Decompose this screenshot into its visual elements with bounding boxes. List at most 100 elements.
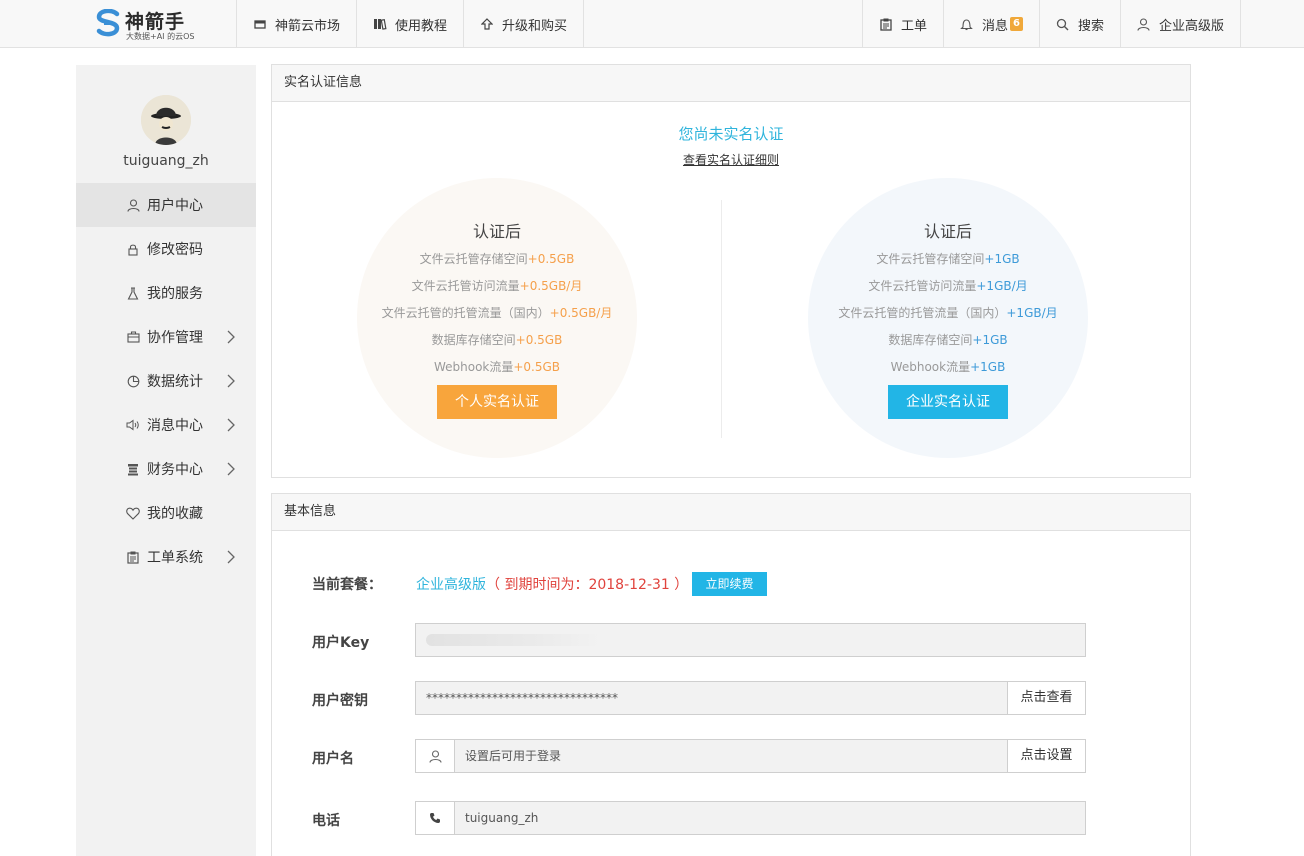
logo-tagline: 大数据+AI 的云OS [126, 32, 195, 41]
benefit-line: 数据库存储空间+1GB [888, 333, 1008, 347]
nav-ticket-label: 工单 [900, 18, 927, 34]
enterprise-cert-button[interactable]: 企业实名认证 [888, 385, 1008, 419]
chevron-right-icon [227, 330, 235, 344]
benefit-line: 文件云托管访问流量+1GB/月 [868, 279, 1028, 293]
sidebar: tuiguang_zh 用户中心 修改密码 我的服务 协作管理 数据统计 消息中… [76, 65, 256, 856]
sidebar-item-message-center[interactable]: 消息中心 [76, 403, 256, 447]
sidebar-item-ticket-system[interactable]: 工单系统 [76, 535, 256, 579]
nav-account[interactable]: 企业高级版 [1119, 0, 1241, 48]
logo-s-icon [96, 9, 120, 37]
renew-button[interactable]: 立即续费 [692, 572, 767, 596]
username-input[interactable]: 设置后可用于登录 [455, 740, 1007, 772]
user-key-label: 用户Key [312, 635, 370, 651]
sidebar-item-collaboration[interactable]: 协作管理 [76, 315, 256, 359]
sidebar-item-statistics[interactable]: 数据统计 [76, 359, 256, 403]
nav-ticket[interactable]: 工单 [861, 0, 943, 48]
search-icon [1056, 17, 1070, 31]
cert-details-link[interactable]: 查看实名认证细则 [683, 153, 779, 167]
user-secret-field: ******************************** 点击查看 [415, 681, 1086, 715]
chevron-right-icon [227, 374, 235, 388]
sidebar-item-label: 修改密码 [147, 242, 203, 258]
briefcase-icon [126, 330, 140, 344]
sidebar-item-label: 消息中心 [147, 418, 203, 434]
nav-upgrade[interactable]: 升级和购买 [463, 0, 585, 48]
user-icon [416, 740, 455, 772]
panel-header: 实名认证信息 [272, 65, 1190, 102]
card-title: 认证后 [472, 222, 521, 241]
bell-icon [960, 17, 974, 31]
clipboard-icon [879, 17, 893, 31]
certification-panel: 实名认证信息 您尚未实名认证 查看实名认证细则 认证后 文件云托管存储空间+0.… [271, 64, 1191, 478]
nav-right: 工单 消息 6 搜索 企业高级版 [861, 0, 1241, 48]
personal-cert-card: 认证后 文件云托管存储空间+0.5GB 文件云托管访问流量+0.5GB/月 文件… [357, 178, 637, 458]
avatar[interactable] [141, 95, 191, 145]
redacted-key [426, 634, 601, 646]
sidebar-menu: 用户中心 修改密码 我的服务 协作管理 数据统计 消息中心 财务中心 我的收藏 … [76, 183, 256, 579]
benefit-line: 文件云托管存储空间+1GB [876, 252, 1020, 266]
sidebar-username: tuiguang_zh [123, 153, 209, 169]
nav-left: 神箭云市场 使用教程 升级和购买 [236, 0, 585, 48]
sidebar-item-my-services[interactable]: 我的服务 [76, 271, 256, 315]
logo-name: 神箭手 [125, 11, 186, 33]
chevron-right-icon [227, 418, 235, 432]
benefit-line: 文件云托管的托管流量（国内）+1GB/月 [838, 306, 1058, 320]
sidebar-item-label: 我的服务 [147, 286, 203, 302]
speaker-icon [126, 418, 140, 432]
username-label: 用户名 [312, 751, 354, 767]
sidebar-item-user-center[interactable]: 用户中心 [76, 183, 256, 227]
avatar-bowler-hat-icon [141, 95, 191, 145]
user-icon [126, 198, 140, 212]
nav-tutorial-label: 使用教程 [395, 18, 448, 34]
benefit-line: Webhook流量+0.5GB [433, 360, 561, 374]
message-count-badge: 6 [1010, 17, 1023, 31]
plan-name: 企业高级版 [416, 577, 486, 593]
user-secret-value: ******************************** [426, 691, 618, 705]
nav-messages-label: 消息 [981, 18, 1008, 34]
benefit-line: 文件云托管访问流量+0.5GB/月 [411, 279, 583, 293]
sidebar-item-label: 协作管理 [147, 330, 203, 346]
panel-header: 基本信息 [272, 494, 1190, 531]
sidebar-item-label: 用户中心 [147, 198, 203, 214]
benefit-line: 数据库存储空间+0.5GB [431, 333, 563, 347]
sidebar-item-label: 我的收藏 [147, 506, 203, 522]
pie-chart-icon [126, 374, 140, 388]
cert-status: 您尚未实名认证 [678, 125, 784, 143]
view-secret-button[interactable]: 点击查看 [1007, 682, 1085, 714]
benefit-line: Webhook流量+1GB [890, 360, 1006, 374]
sidebar-item-label: 财务中心 [147, 462, 203, 478]
sidebar-item-change-password[interactable]: 修改密码 [76, 227, 256, 271]
chevron-right-icon [227, 550, 235, 564]
nav-search[interactable]: 搜索 [1038, 0, 1120, 48]
card-title: 认证后 [923, 222, 972, 241]
logo[interactable]: 神箭手 大数据+AI 的云OS [95, 6, 205, 42]
user-secret-label: 用户密钥 [312, 693, 368, 709]
user-key-field[interactable] [415, 623, 1086, 657]
clipboard-icon [126, 550, 140, 564]
set-username-button[interactable]: 点击设置 [1007, 740, 1085, 772]
nav-market[interactable]: 神箭云市场 [236, 0, 356, 48]
chevron-right-icon [227, 462, 235, 476]
sidebar-item-favorites[interactable]: 我的收藏 [76, 491, 256, 535]
user-icon [1137, 17, 1151, 31]
benefit-line: 文件云托管的托管流量（国内）+0.5GB/月 [381, 306, 613, 320]
phone-label: 电话 [312, 813, 340, 829]
nav-market-label: 神箭云市场 [275, 18, 341, 34]
phone-field: tuiguang_zh [415, 801, 1086, 835]
market-icon [253, 17, 267, 31]
user-key-value [416, 624, 1085, 656]
sidebar-item-label: 数据统计 [147, 374, 203, 390]
personal-cert-button[interactable]: 个人实名认证 [437, 385, 557, 419]
nav-messages[interactable]: 消息 6 [942, 0, 1039, 48]
nav-upgrade-label: 升级和购买 [502, 18, 568, 34]
divider [721, 200, 722, 438]
plan-label: 当前套餐： [312, 577, 382, 593]
nav-tutorial[interactable]: 使用教程 [356, 0, 463, 48]
phone-value[interactable]: tuiguang_zh [455, 802, 1085, 834]
plan-info: 企业高级版（ 到期时间为：2018-12-31 ） [416, 574, 688, 594]
nav-account-label: 企业高级版 [1158, 18, 1224, 34]
sidebar-item-finance[interactable]: 财务中心 [76, 447, 256, 491]
book-icon [373, 17, 387, 31]
flask-icon [126, 286, 140, 300]
benefit-line: 文件云托管存储空间+0.5GB [419, 252, 575, 266]
sidebar-item-label: 工单系统 [147, 550, 203, 566]
